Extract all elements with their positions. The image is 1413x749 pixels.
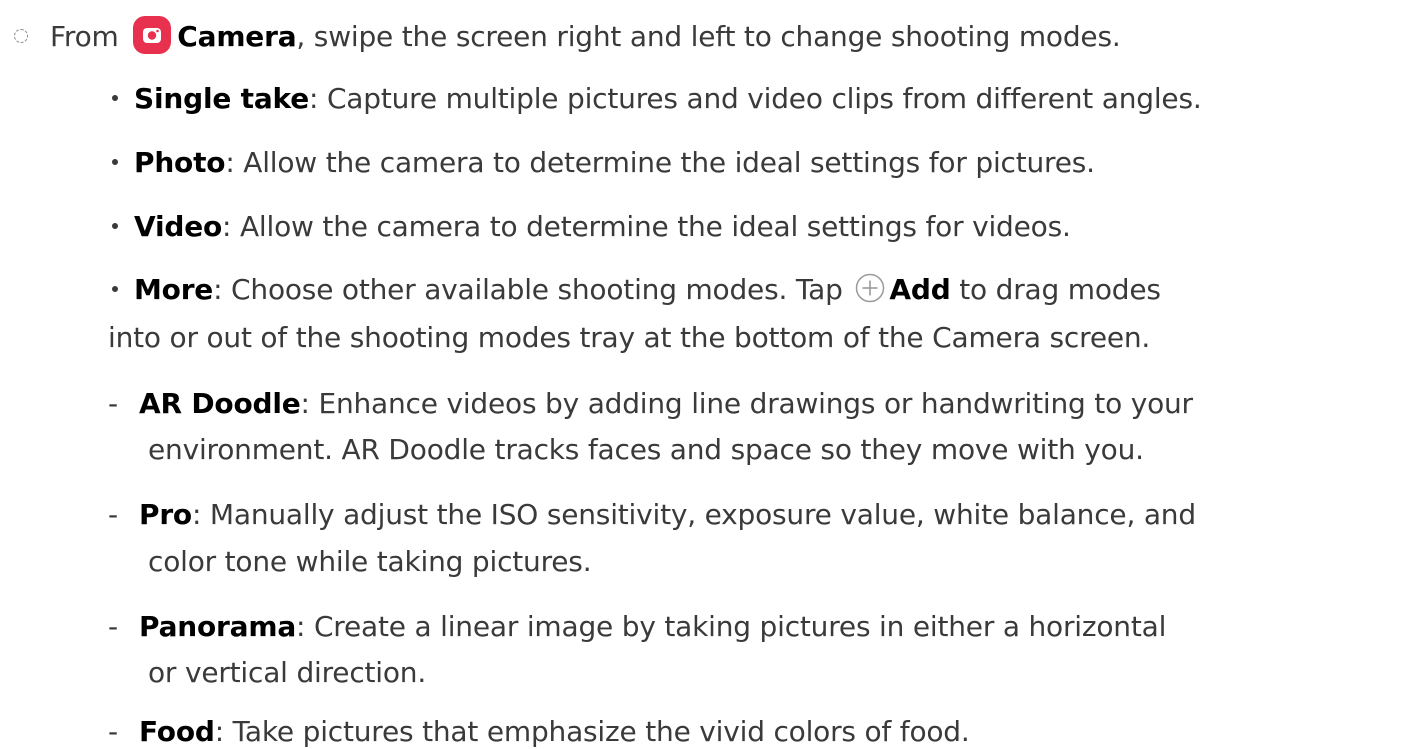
add-circle-icon (855, 273, 885, 303)
dash-marker: - (108, 387, 118, 420)
dash-marker: - (108, 715, 118, 748)
mode-item-photo: Photo: Allow the camera to determine the… (112, 146, 1095, 180)
submode-description: : Create a linear image by taking pictur… (296, 610, 1167, 643)
mode-description: : Allow the camera to determine the idea… (222, 210, 1071, 243)
bullet-dot (112, 223, 118, 229)
submode-term: Panorama (139, 610, 297, 643)
submode-pro: - Pro: Manually adjust the ISO sensitivit… (108, 498, 1196, 532)
camera-app-icon (133, 16, 172, 54)
submode-term: AR Doodle (139, 387, 301, 420)
step-bullet-icon (14, 29, 28, 43)
document-page: From Camera, swipe the screen right and … (0, 0, 1413, 749)
submode-pro-line2: color tone while taking pictures. (148, 545, 592, 578)
mode-term: Single take (134, 82, 310, 115)
dash-marker: - (108, 610, 118, 643)
mode-description: : Allow the camera to determine the idea… (225, 146, 1095, 179)
mode-description: : Choose other available shooting modes.… (213, 273, 843, 306)
intro-line: From Camera, swipe the screen right and … (50, 16, 1121, 57)
mode-item-single-take: Single take: Capture multiple pictures a… (112, 82, 1202, 116)
mode-term: Video (134, 210, 223, 243)
submode-food: - Food: Take pictures that emphasize the … (108, 715, 970, 749)
submode-ar-doodle-line2: environment. AR Doodle tracks faces and … (148, 433, 1144, 466)
submode-term: Food (139, 715, 215, 748)
submode-ar-doodle: - AR Doodle: Enhance videos by adding lin… (108, 387, 1193, 421)
bullet-dot (112, 95, 118, 101)
add-label: Add (889, 273, 951, 306)
submode-term: Pro (139, 498, 192, 531)
submode-description: : Manually adjust the ISO sensitivity, e… (191, 498, 1196, 531)
intro-text: , swipe the screen right and left to cha… (296, 20, 1121, 53)
submode-description: : Take pictures that emphasize the vivid… (214, 715, 970, 748)
submode-description: : Enhance videos by adding line drawings… (300, 387, 1194, 420)
mode-term: More (134, 273, 214, 306)
mode-term: Photo (134, 146, 226, 179)
mode-item-more: More: Choose other available shooting mo… (112, 273, 1161, 307)
bullet-dot (112, 159, 118, 165)
bullet-dot (112, 286, 118, 292)
submode-panorama: - Panorama: Create a linear image by taki… (108, 610, 1166, 644)
dash-marker: - (108, 498, 118, 531)
mode-description: : Capture multiple pictures and video cl… (309, 82, 1202, 115)
mode-description-cont: to drag modes (959, 273, 1161, 306)
mode-item-video: Video: Allow the camera to determine the… (112, 210, 1071, 244)
intro-prefix: From (50, 20, 119, 53)
submode-panorama-line2: or vertical direction. (148, 656, 427, 689)
mode-item-more-line2: into or out of the shooting modes tray a… (108, 321, 1151, 354)
camera-label: Camera (177, 20, 297, 53)
